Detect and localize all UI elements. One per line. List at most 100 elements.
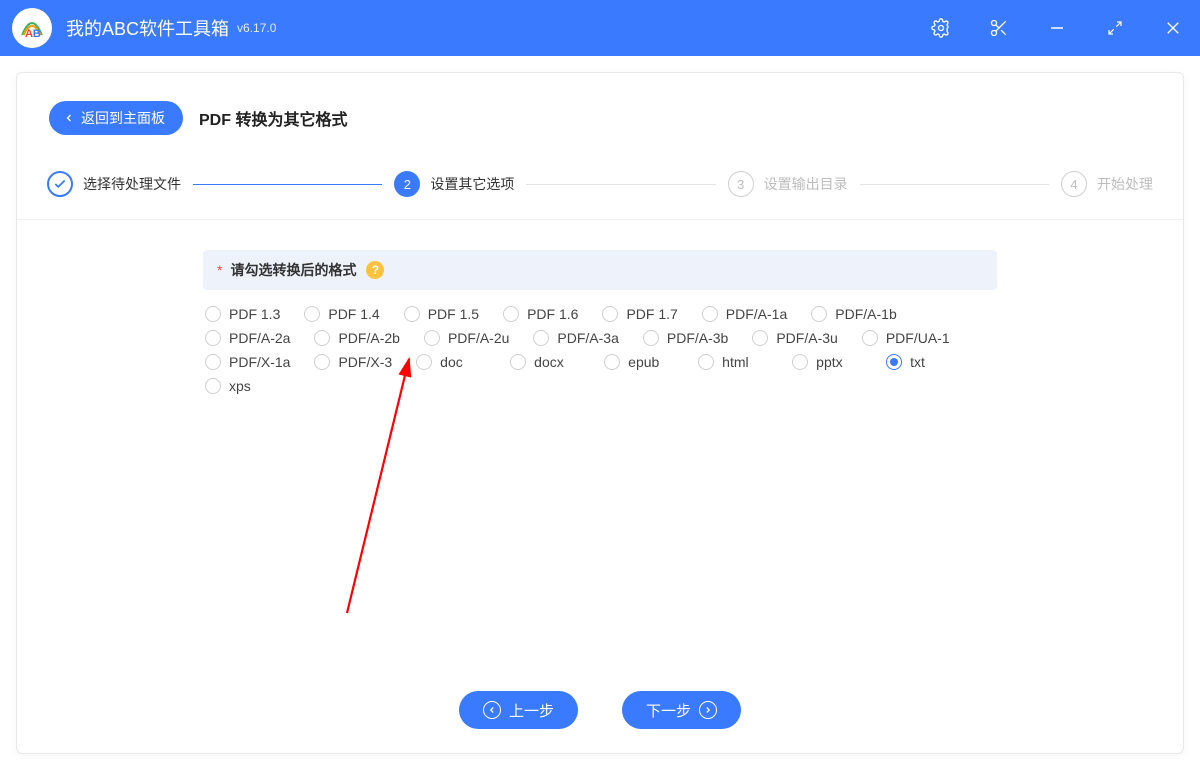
radio-icon xyxy=(205,306,221,322)
check-icon xyxy=(47,171,73,197)
wizard-footer: 上一步 下一步 xyxy=(17,691,1183,729)
format-radio-pdf-x-3[interactable]: PDF/X-3 xyxy=(314,354,392,370)
radio-icon xyxy=(304,306,320,322)
format-label: PDF/A-2a xyxy=(229,330,290,346)
format-label: PDF/A-1b xyxy=(835,306,896,322)
format-label: PDF/X-3 xyxy=(338,354,392,370)
main-card: 返回到主面板 PDF 转换为其它格式 选择待处理文件 2 设置其它选项 3 设置… xyxy=(16,72,1184,754)
format-label: PDF/A-3u xyxy=(776,330,837,346)
format-label: PDF/A-1a xyxy=(726,306,787,322)
step-3: 3 设置输出目录 xyxy=(728,171,848,197)
radio-icon xyxy=(792,354,808,370)
prev-button-label: 上一步 xyxy=(509,700,554,721)
radio-icon xyxy=(314,354,330,370)
format-radio-docx[interactable]: docx xyxy=(510,354,580,370)
format-label: docx xyxy=(534,354,564,370)
format-radio-pdf-a-2u[interactable]: PDF/A-2u xyxy=(424,330,509,346)
help-icon[interactable]: ? xyxy=(366,261,384,279)
step-connector xyxy=(526,184,715,185)
prev-button[interactable]: 上一步 xyxy=(459,691,578,729)
format-radio-pdf-a-1a[interactable]: PDF/A-1a xyxy=(702,306,787,322)
format-radio-pdf-1-5[interactable]: PDF 1.5 xyxy=(404,306,479,322)
radio-icon xyxy=(314,330,330,346)
format-radio-pdf-ua-1[interactable]: PDF/UA-1 xyxy=(862,330,950,346)
format-radio-pdf-x-1a[interactable]: PDF/X-1a xyxy=(205,354,290,370)
card-header: 返回到主面板 PDF 转换为其它格式 xyxy=(17,101,1183,135)
radio-icon xyxy=(643,330,659,346)
svg-text:B: B xyxy=(33,28,41,40)
step-2: 2 设置其它选项 xyxy=(394,171,514,197)
step-label: 选择待处理文件 xyxy=(83,174,181,194)
radio-icon xyxy=(416,354,432,370)
titlebar: A B 我的ABC软件工具箱 v6.17.0 xyxy=(0,0,1200,56)
format-radio-xps[interactable]: xps xyxy=(205,378,275,394)
format-label: PDF/A-3b xyxy=(667,330,728,346)
format-radio-pdf-a-1b[interactable]: PDF/A-1b xyxy=(811,306,896,322)
radio-icon xyxy=(752,330,768,346)
format-label: PDF/UA-1 xyxy=(886,330,950,346)
step-number: 4 xyxy=(1061,171,1087,197)
scissors-icon[interactable] xyxy=(984,13,1014,43)
format-radio-pdf-a-3b[interactable]: PDF/A-3b xyxy=(643,330,728,346)
format-label: PDF 1.4 xyxy=(328,306,379,322)
step-connector xyxy=(193,184,382,185)
format-label: html xyxy=(722,354,748,370)
required-asterisk: * xyxy=(217,262,222,278)
format-radio-pdf-1-7[interactable]: PDF 1.7 xyxy=(602,306,677,322)
title-actions xyxy=(926,13,1188,43)
format-radio-group: PDF 1.3 PDF 1.4 PDF 1.5 PDF 1.6 PDF 1.7 PDF/A… xyxy=(203,306,997,394)
next-button[interactable]: 下一步 xyxy=(622,691,741,729)
format-label: PDF/A-2b xyxy=(338,330,399,346)
step-number: 2 xyxy=(394,171,420,197)
minimize-icon[interactable] xyxy=(1042,13,1072,43)
app-logo: A B xyxy=(12,8,52,48)
format-radio-pdf-1-6[interactable]: PDF 1.6 xyxy=(503,306,578,322)
format-section: * 请勾选转换后的格式 ? PDF 1.3PDF 1.4PDF 1.5PDF 1… xyxy=(203,250,997,394)
format-label: PDF 1.7 xyxy=(626,306,677,322)
format-label: PDF 1.3 xyxy=(229,306,280,322)
format-radio-pptx[interactable]: pptx xyxy=(792,354,862,370)
wizard-steps: 选择待处理文件 2 设置其它选项 3 设置输出目录 4 开始处理 xyxy=(17,171,1183,220)
format-radio-epub[interactable]: epub xyxy=(604,354,674,370)
radio-icon xyxy=(205,330,221,346)
step-label: 设置输出目录 xyxy=(764,174,848,194)
format-radio-txt[interactable]: txt xyxy=(886,354,956,370)
format-radio-pdf-a-2b[interactable]: PDF/A-2b xyxy=(314,330,399,346)
radio-icon xyxy=(510,354,526,370)
step-label: 开始处理 xyxy=(1097,174,1153,194)
format-label: pptx xyxy=(816,354,842,370)
format-radio-html[interactable]: html xyxy=(698,354,768,370)
chevron-left-icon xyxy=(483,701,501,719)
radio-icon xyxy=(205,354,221,370)
back-button[interactable]: 返回到主面板 xyxy=(49,101,183,135)
step-label: 设置其它选项 xyxy=(430,174,514,194)
format-label: PDF 1.6 xyxy=(527,306,578,322)
page-title: PDF 转换为其它格式 xyxy=(199,106,347,130)
section-title: 请勾选转换后的格式 xyxy=(230,260,356,280)
back-button-label: 返回到主面板 xyxy=(81,108,165,128)
close-icon[interactable] xyxy=(1158,13,1188,43)
format-label: doc xyxy=(440,354,463,370)
radio-icon xyxy=(886,354,902,370)
svg-text:A: A xyxy=(25,28,33,40)
radio-icon xyxy=(811,306,827,322)
step-1: 选择待处理文件 xyxy=(47,171,181,197)
format-label: xps xyxy=(229,378,251,394)
radio-icon xyxy=(404,306,420,322)
format-radio-pdf-1-4[interactable]: PDF 1.4 xyxy=(304,306,379,322)
format-label: PDF/X-1a xyxy=(229,354,290,370)
format-radio-pdf-1-3[interactable]: PDF 1.3 xyxy=(205,306,280,322)
settings-icon[interactable] xyxy=(926,13,956,43)
app-version: v6.17.0 xyxy=(237,21,276,35)
format-radio-pdf-a-2a[interactable]: PDF/A-2a xyxy=(205,330,290,346)
radio-icon xyxy=(205,378,221,394)
radio-icon xyxy=(424,330,440,346)
step-number: 3 xyxy=(728,171,754,197)
step-connector xyxy=(860,184,1049,185)
format-radio-doc[interactable]: doc xyxy=(416,354,486,370)
radio-icon xyxy=(533,330,549,346)
format-label: txt xyxy=(910,354,925,370)
format-radio-pdf-a-3a[interactable]: PDF/A-3a xyxy=(533,330,618,346)
format-radio-pdf-a-3u[interactable]: PDF/A-3u xyxy=(752,330,837,346)
maximize-icon[interactable] xyxy=(1100,13,1130,43)
